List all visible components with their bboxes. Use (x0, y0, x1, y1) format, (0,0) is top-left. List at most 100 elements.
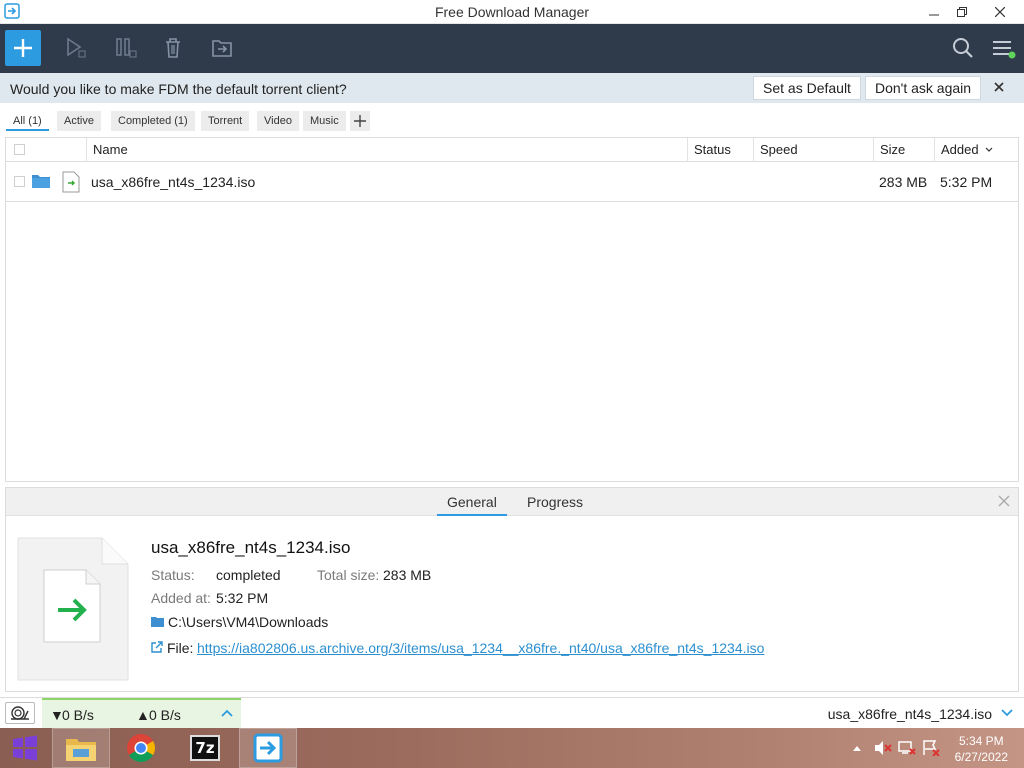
tab-general[interactable]: General (437, 494, 507, 516)
filter-tab-torrent[interactable]: Torrent (201, 111, 250, 131)
column-name[interactable]: Name (86, 138, 692, 162)
snail-icon (11, 706, 29, 720)
7zip-taskbar-button[interactable]: 7z (176, 728, 234, 768)
resume-button[interactable] (60, 34, 90, 62)
restore-icon (957, 7, 967, 17)
folder-icon[interactable] (151, 616, 164, 627)
download-speed: 0 B/s (62, 707, 94, 723)
start-button[interactable] (0, 728, 50, 768)
minimize-icon (929, 14, 939, 16)
action-center-tray-icon[interactable] (920, 728, 942, 768)
download-folder-path[interactable]: C:\Users\VM4\Downloads (168, 614, 328, 630)
clock-date: 6/27/2022 (954, 750, 1008, 764)
chevron-down-icon[interactable] (1000, 707, 1014, 719)
status-bar: ▼ 0 B/s ▲ 0 B/s usa_x86fre_nt4s_1234.iso (0, 697, 1024, 728)
external-link-icon[interactable] (151, 641, 163, 653)
window-title: Free Download Manager (434, 4, 590, 20)
pause-button[interactable] (110, 34, 140, 62)
column-speed[interactable]: Speed (753, 138, 873, 162)
select-all-checkbox[interactable] (14, 144, 25, 155)
status-label: Status: (151, 567, 195, 583)
search-icon (953, 38, 973, 58)
volume-tray-icon[interactable] (872, 728, 894, 768)
chevron-up-icon[interactable] (221, 709, 233, 717)
upload-speed: 0 B/s (149, 707, 181, 723)
trash-icon (166, 38, 180, 58)
main-menu-button[interactable] (988, 34, 1018, 62)
windows-taskbar: 7z 5:34 PM 6/27/2022 (0, 728, 1024, 768)
speed-indicator[interactable]: ▼ 0 B/s ▲ 0 B/s (42, 698, 241, 728)
filter-tab-completed[interactable]: Completed (1) (111, 111, 195, 131)
tab-progress[interactable]: Progress (527, 494, 583, 516)
row-checkbox[interactable] (14, 176, 25, 187)
pause-icon (116, 38, 137, 58)
details-close-icon[interactable] (998, 495, 1010, 507)
set-as-default-button[interactable]: Set as Default (753, 76, 861, 100)
fdm-window: Free Download Manager Would you like to … (0, 0, 1024, 768)
row-added: 5:32 PM (940, 174, 993, 190)
7zip-icon: 7z (190, 735, 220, 761)
large-file-icon (17, 537, 129, 681)
column-size[interactable]: Size (873, 138, 934, 162)
total-size-value: 283 MB (383, 567, 432, 583)
move-folder-icon (212, 40, 232, 57)
search-button[interactable] (948, 34, 978, 62)
chevron-up-icon (853, 746, 861, 751)
filter-tab-active[interactable]: Active (57, 111, 101, 131)
windows-logo-icon (13, 735, 37, 761)
close-icon (995, 7, 1005, 17)
added-at-label: Added at: (151, 590, 211, 606)
filter-tabs: All (1) Active Completed (1) Torrent Vid… (0, 103, 1024, 137)
fdm-taskbar-button[interactable] (239, 728, 297, 768)
total-size-label: Total size: (317, 567, 380, 583)
details-file-name: usa_x86fre_nt4s_1234.iso (151, 538, 351, 557)
current-file-name: usa_x86fre_nt4s_1234.iso (827, 706, 992, 722)
speaker-muted-icon (875, 741, 892, 755)
restore-button[interactable] (944, 0, 980, 24)
open-folder-icon[interactable] (32, 173, 50, 188)
column-added[interactable]: Added (934, 138, 990, 162)
status-value: completed (216, 567, 281, 583)
title-bar: Free Download Manager (0, 0, 1024, 24)
notice-close-icon[interactable] (992, 80, 1006, 94)
row-size: 283 MB (879, 174, 928, 190)
plus-icon (14, 39, 32, 57)
add-filter-button[interactable] (350, 111, 370, 131)
downloads-table: Name Status Speed Size Added usa_x86fre_… (5, 137, 1019, 482)
sort-chevron-down-icon (985, 147, 993, 152)
fdm-icon (253, 733, 283, 763)
notice-message: Would you like to make FDM the default t… (10, 81, 347, 97)
upload-arrow-icon: ▲ (136, 707, 150, 723)
table-header: Name Status Speed Size Added (6, 138, 1018, 162)
play-icon (67, 37, 86, 58)
hamburger-menu-icon (993, 41, 1016, 59)
filter-tab-music[interactable]: Music (303, 111, 346, 131)
network-tray-icon[interactable] (896, 728, 918, 768)
dont-ask-again-button[interactable]: Don't ask again (865, 76, 982, 100)
details-panel: General Progress usa_x86fre_nt4s_1234.is… (5, 487, 1019, 692)
default-torrent-notice: Would you like to make FDM the default t… (0, 73, 1024, 103)
file-label: File: (167, 640, 194, 656)
delete-button[interactable] (158, 34, 188, 62)
move-to-button[interactable] (207, 34, 237, 62)
speed-mode-button[interactable] (5, 702, 35, 724)
plus-icon (354, 115, 366, 127)
show-hidden-icons-button[interactable] (848, 728, 866, 768)
clock-time: 5:34 PM (958, 734, 1004, 748)
added-at-value: 5:32 PM (216, 590, 269, 606)
chrome-taskbar-button[interactable] (112, 728, 170, 768)
filter-tab-video[interactable]: Video (257, 111, 299, 131)
column-status[interactable]: Status (687, 138, 753, 162)
network-icon (898, 741, 916, 755)
main-toolbar (0, 24, 1024, 73)
close-window-button[interactable] (982, 0, 1018, 24)
source-url-link[interactable]: https://ia802806.us.archive.org/3/items/… (197, 640, 764, 656)
file-explorer-icon (66, 739, 96, 761)
chrome-icon (127, 734, 155, 762)
file-explorer-taskbar-button[interactable] (52, 728, 110, 768)
filter-tab-all[interactable]: All (1) (6, 111, 49, 131)
table-row[interactable]: usa_x86fre_nt4s_1234.iso 283 MB 5:32 PM (6, 162, 1018, 202)
flag-icon (923, 740, 940, 756)
taskbar-clock[interactable]: 5:34 PM 6/27/2022 (955, 733, 1008, 765)
add-download-button[interactable] (5, 30, 41, 66)
